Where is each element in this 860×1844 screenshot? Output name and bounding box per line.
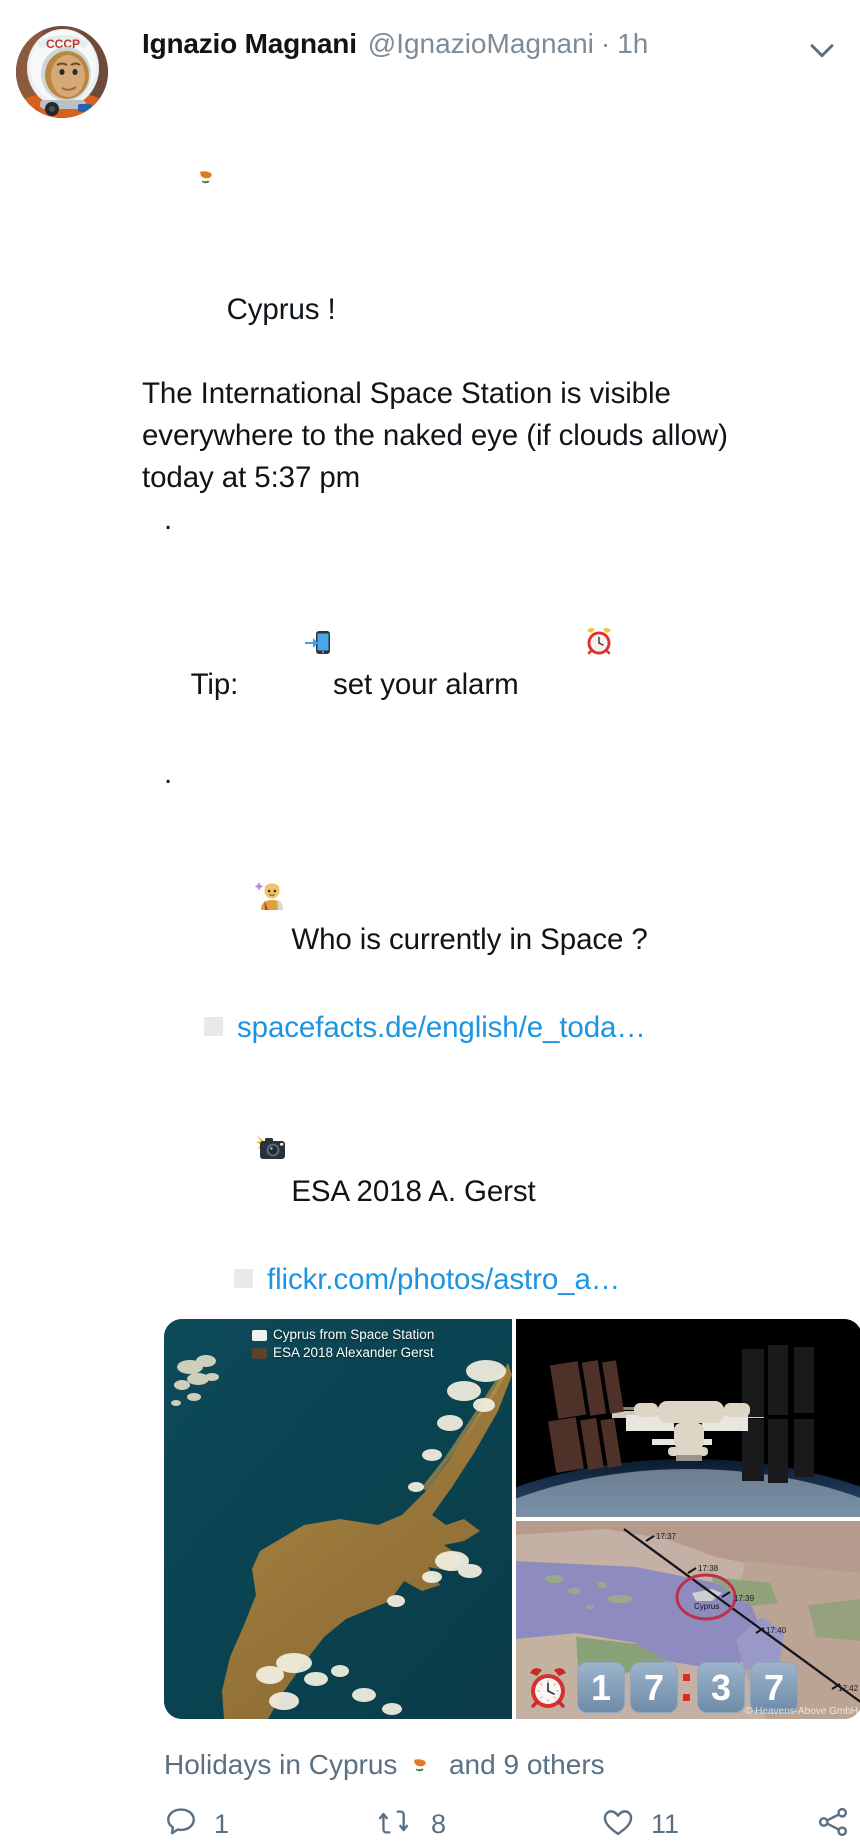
tweet-card: CCCP Ignazio Magnani @IgnazioMagnani · 1… — [0, 0, 860, 1839]
clock-digit: 1 — [577, 1662, 625, 1713]
retweet-count: 8 — [431, 1809, 447, 1839]
caption-line-1: Cyprus from Space Station — [273, 1327, 435, 1342]
astronaut-icon — [191, 837, 288, 965]
mobile-phone-arrow-icon — [238, 585, 333, 711]
heart-icon — [601, 1805, 635, 1844]
alarm-clock-icon — [524, 1664, 572, 1712]
cyprus-flag-icon — [190, 166, 221, 189]
media-photo-iss[interactable] — [516, 1319, 860, 1517]
share-icon — [815, 1805, 851, 1844]
tweet-line-cyprus: Cyprus ! — [142, 124, 844, 373]
tweet-line-question: Who is currently in Space ? — [142, 795, 844, 1007]
avatar[interactable]: CCCP — [16, 26, 108, 118]
share-button[interactable] — [815, 1805, 851, 1844]
media-right-column: 17:37 17:38 17:39 17:40 17:42 Cyprus 1 7… — [516, 1319, 860, 1719]
alarm-clock-icon — [519, 583, 616, 711]
camera-icon — [252, 1347, 267, 1359]
header-text: Ignazio Magnani @IgnazioMagnani · 1h — [112, 22, 844, 58]
flickr-link[interactable]: flickr.com/photos/astro_a… — [267, 1263, 620, 1296]
reply-count: 1 — [214, 1809, 230, 1839]
media-photo-cyprus[interactable]: Cyprus from Space Station ESA 2018 Alexa… — [164, 1319, 512, 1719]
tweet-line-credit: ESA 2018 A. Gerst — [142, 1049, 844, 1259]
clock-digit: 3 — [697, 1662, 745, 1713]
tip-text: set your alarm — [333, 668, 519, 701]
map-time-label: 17:42 — [838, 1684, 859, 1693]
media-grid: Cyprus from Space Station ESA 2018 Alexa… — [164, 1319, 860, 1719]
reply-button[interactable]: 1 — [164, 1805, 379, 1844]
timestamp[interactable]: 1h — [617, 30, 648, 58]
cyprus-satellite-image — [164, 1319, 512, 1719]
iss-image — [516, 1319, 860, 1517]
map-time-label: 17:39 — [734, 1594, 755, 1603]
like-count: 11 — [651, 1809, 680, 1839]
map-time-label: 17:37 — [656, 1532, 677, 1541]
photo-caption: Cyprus from Space Station ESA 2018 Alexa… — [252, 1326, 434, 1362]
map-watermark: © Heavens-Above GmbH — [745, 1706, 858, 1717]
display-name[interactable]: Ignazio Magnani — [142, 30, 357, 58]
placeholder-square-icon — [234, 1269, 253, 1288]
flag-icon — [252, 1329, 267, 1341]
tweet-header: CCCP Ignazio Magnani @IgnazioMagnani · 1… — [16, 22, 844, 118]
caption-row-1: Cyprus from Space Station — [252, 1326, 434, 1344]
tweet-line-tip: Tip: set your alarm — [142, 541, 844, 753]
user-handle[interactable]: @IgnazioMagnani — [368, 30, 594, 58]
question-text: Who is currently in Space ? — [291, 923, 648, 956]
map-place-label: Cyprus — [694, 1602, 719, 1611]
avatar-image: CCCP — [16, 26, 108, 118]
caption-line-2: ESA 2018 Alexander Gerst — [273, 1345, 434, 1360]
tweet-line-2: The International Space Station is visib… — [142, 377, 671, 410]
caption-row-2: ESA 2018 Alexander Gerst — [252, 1344, 434, 1362]
chevron-down-glyph — [810, 44, 834, 58]
camera-flash-icon — [191, 1091, 288, 1217]
context-text-after: and 9 others — [448, 1749, 605, 1780]
credit-text: ESA 2018 A. Gerst — [291, 1175, 536, 1208]
clock-digit: 7 — [630, 1662, 678, 1713]
tweet-body: Cyprus ! The International Space Station… — [142, 124, 844, 1301]
retweet-button[interactable]: 8 — [378, 1805, 601, 1844]
tip-label: Tip: — [190, 668, 239, 701]
spacefacts-link[interactable]: spacefacts.de/english/e_toda… — [237, 1011, 646, 1044]
link-row-spacefacts: spacefacts.de/english/e_toda… — [142, 1007, 844, 1049]
like-button[interactable]: 11 — [601, 1805, 809, 1844]
reply-icon — [164, 1805, 198, 1844]
name-line: Ignazio Magnani @IgnazioMagnani · 1h — [142, 22, 844, 58]
context-text-before: Holidays in Cyprus — [164, 1749, 398, 1780]
retweet-icon — [378, 1805, 415, 1844]
tweet-line-4: today at 5:37 pm — [142, 461, 361, 494]
placeholder-square-icon — [204, 1017, 223, 1036]
tweet-spacer-dot-2: . — [164, 757, 173, 790]
tweet-actions: 1 8 11 — [164, 1805, 854, 1844]
media-map-track[interactable]: 17:37 17:38 17:39 17:40 17:42 Cyprus 1 7… — [516, 1521, 860, 1719]
link-row-flickr: flickr.com/photos/astro_a… — [142, 1259, 844, 1301]
liked-by-context[interactable]: Holidays in Cyprus and 9 others — [164, 1749, 844, 1781]
dot-separator: · — [600, 28, 611, 59]
chevron-down-icon[interactable] — [802, 30, 842, 70]
avatar-container: CCCP — [16, 22, 112, 118]
tweet-line-3: everywhere to the naked eye (if clouds a… — [142, 419, 728, 452]
cyprus-flag-icon — [405, 1754, 436, 1777]
clock-colon-icon — [683, 1668, 692, 1708]
map-time-label: 17:40 — [766, 1626, 787, 1635]
tweet-cyprus-text: Cyprus ! — [226, 293, 336, 326]
tweet-spacer-dot-1: . — [164, 503, 173, 536]
map-time-label: 17:38 — [698, 1564, 719, 1573]
